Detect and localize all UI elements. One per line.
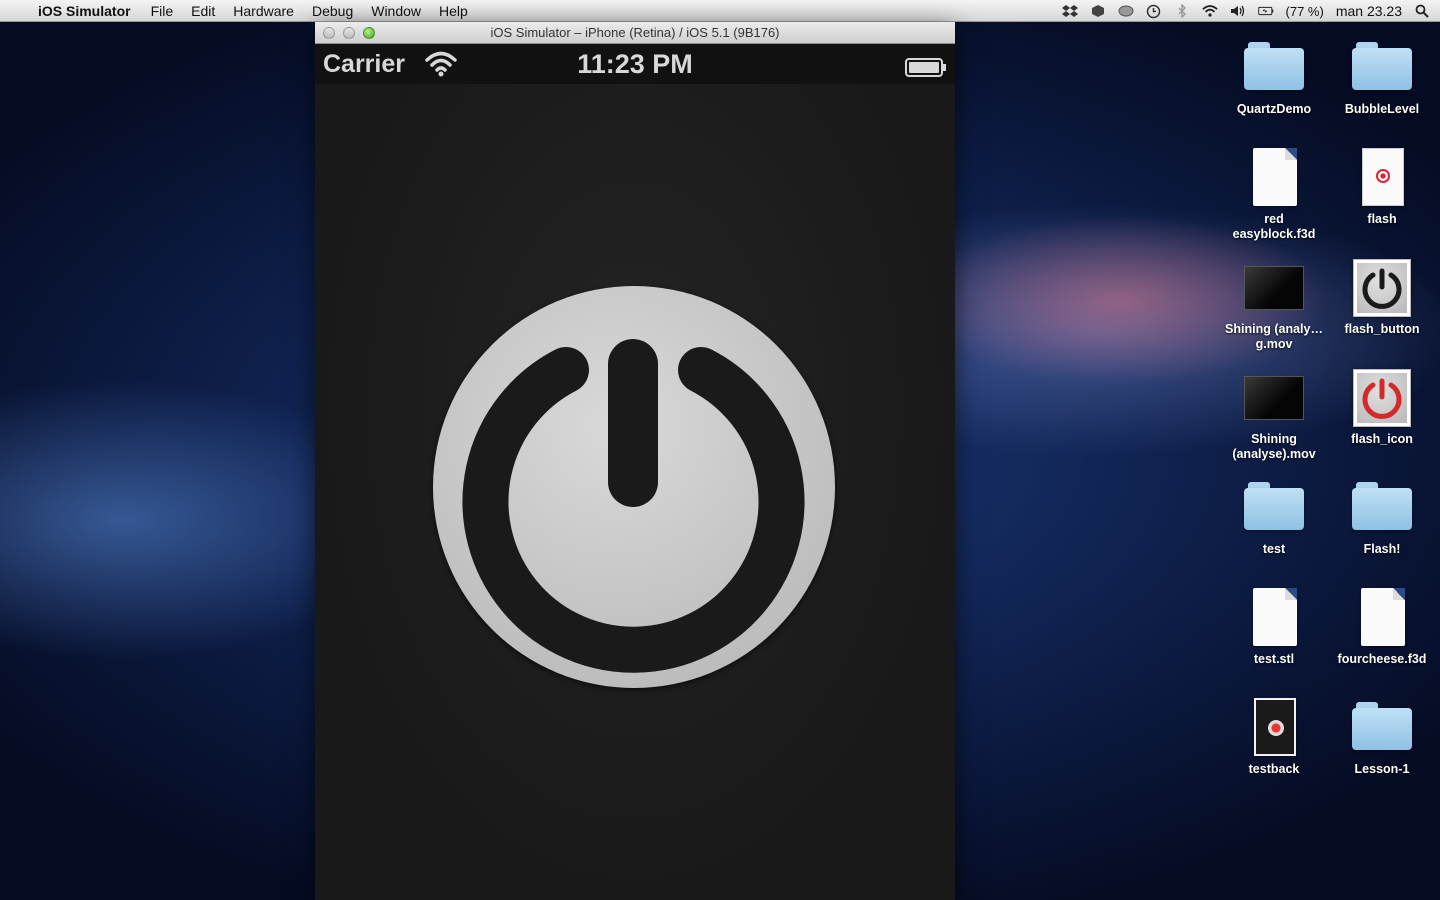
menu-hardware[interactable]: Hardware [233, 3, 294, 19]
desktop-folder-flash[interactable]: Flash! [1332, 476, 1432, 557]
wifi-menu-icon[interactable] [1201, 4, 1218, 18]
desktop-folder-bubblelevel[interactable]: BubbleLevel [1332, 36, 1432, 117]
menubar-status-area: (77 %) man 23.23 [1061, 0, 1430, 22]
box-icon[interactable] [1090, 4, 1106, 18]
window-title: iOS Simulator – iPhone (Retina) / iOS 5.… [490, 25, 780, 40]
bluetooth-icon[interactable] [1174, 4, 1190, 18]
menu-edit[interactable]: Edit [191, 3, 215, 19]
desktop-file-flash-icon[interactable]: flash_icon [1332, 366, 1432, 447]
desktop-folder-lesson-1[interactable]: Lesson-1 [1332, 696, 1432, 777]
folder-icon [1242, 36, 1306, 100]
movie-file-icon [1242, 366, 1306, 430]
ios-clock: 11:23 PM [577, 49, 693, 79]
power-symbol-icon [462, 339, 805, 673]
folder-icon [1350, 36, 1414, 100]
battery-percent: (77 %) [1285, 3, 1324, 19]
flash-document-icon [1350, 146, 1414, 210]
folder-icon [1350, 476, 1414, 540]
document-icon [1242, 146, 1306, 210]
spotlight-search-icon[interactable] [1414, 4, 1430, 18]
drive-icon[interactable] [1118, 4, 1134, 18]
movie-file-icon [1242, 256, 1306, 320]
battery-menu-icon[interactable] [1257, 4, 1274, 18]
desktop-file-shining-analyse-mov[interactable]: Shining (analyse).mov [1224, 366, 1324, 462]
desktop-file-shining-analy-g-mov[interactable]: Shining (analy…g.mov [1224, 256, 1324, 352]
desktop-file-flash[interactable]: flash [1332, 146, 1432, 227]
desktop-file-flash-button[interactable]: flash_button [1332, 256, 1432, 337]
menubar-clock[interactable]: man 23.23 [1336, 3, 1402, 19]
volume-icon[interactable] [1230, 4, 1246, 18]
menu-file[interactable]: File [151, 3, 174, 19]
menu-window[interactable]: Window [371, 3, 421, 19]
menu-bar: iOS Simulator File Edit Hardware Debug W… [0, 0, 1440, 22]
zoom-window-button[interactable] [363, 27, 375, 39]
menu-debug[interactable]: Debug [312, 3, 353, 19]
desktop-file-test-stl[interactable]: test.stl [1224, 586, 1324, 667]
menu-help[interactable]: Help [439, 3, 468, 19]
desktop-folder-quartzdemo[interactable]: QuartzDemo [1224, 36, 1324, 117]
app-screen [315, 84, 955, 900]
simulator-window: iOS Simulator – iPhone (Retina) / iOS 5.… [315, 22, 955, 900]
menu-app-name[interactable]: iOS Simulator [38, 3, 131, 19]
close-window-button[interactable] [323, 27, 335, 39]
dropbox-icon[interactable] [1061, 4, 1078, 18]
document-icon [1242, 586, 1306, 650]
time-machine-icon[interactable] [1146, 4, 1162, 18]
flash-button-image-icon [1350, 256, 1414, 320]
flash-icon-image-icon [1350, 366, 1414, 430]
power-button[interactable] [433, 286, 835, 688]
testback-image-icon [1242, 696, 1306, 760]
desktop-file-fourcheese[interactable]: fourcheese.f3d [1332, 586, 1432, 667]
desktop-folder-test[interactable]: test [1224, 476, 1324, 557]
minimize-window-button[interactable] [343, 27, 355, 39]
folder-icon [1242, 476, 1306, 540]
desktop-file-red-easyblock[interactable]: red easyblock.f3d [1224, 146, 1324, 242]
document-icon [1350, 586, 1414, 650]
desktop-file-testback[interactable]: testback [1224, 696, 1324, 777]
folder-icon [1350, 696, 1414, 760]
ios-status-bar: Carrier 11:23 PM [315, 44, 955, 84]
window-titlebar[interactable]: iOS Simulator – iPhone (Retina) / iOS 5.… [315, 22, 955, 44]
battery-icon [905, 55, 947, 77]
